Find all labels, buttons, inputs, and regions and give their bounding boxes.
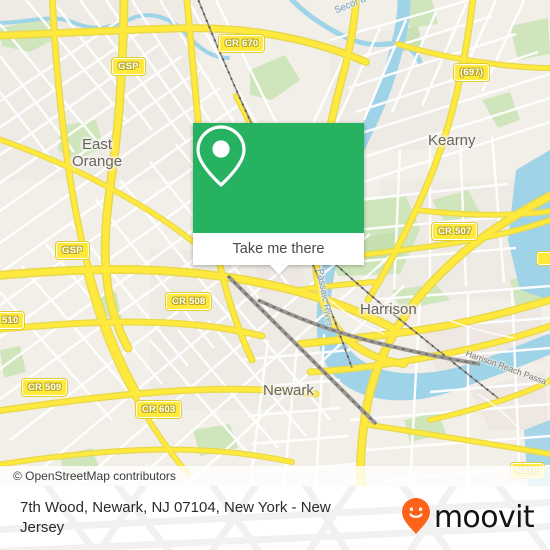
road-shield-cr-507[interactable]: CR 507 xyxy=(430,222,479,241)
road-shield-cr-670[interactable]: CR 670 xyxy=(217,34,266,53)
road-shield-cr-509[interactable]: CR 509 xyxy=(20,378,69,397)
address-label: 7th Wood, Newark, NJ 07104, New York - N… xyxy=(20,499,331,536)
road-shield-edge-clipped[interactable] xyxy=(536,251,550,266)
road-shield-gsp-north[interactable]: GSP xyxy=(111,57,146,76)
road-shield-gsp-south[interactable]: GSP xyxy=(55,241,90,260)
take-me-there-label: Take me there xyxy=(232,241,325,257)
moovit-logo[interactable]: moovit xyxy=(401,497,535,540)
osm-attribution-text: © OpenStreetMap contributors xyxy=(13,469,176,483)
location-popup-card[interactable]: Take me there xyxy=(193,123,364,275)
road-shield-697[interactable]: (697) xyxy=(452,63,491,82)
road-shield-510[interactable]: 510 xyxy=(0,311,26,330)
map-canvas[interactable]: East Orange Kearny Harrison Newark Secor… xyxy=(0,0,550,486)
osm-attribution-bar[interactable]: © OpenStreetMap contributors xyxy=(0,466,550,486)
footer-content: 7th Wood, Newark, NJ 07104, New York - N… xyxy=(0,486,550,550)
road-shield-cr-603[interactable]: CR 603 xyxy=(134,400,183,419)
take-me-there-button[interactable]: Take me there xyxy=(193,233,364,265)
popup-pointer xyxy=(269,265,288,275)
moovit-wordmark: moovit xyxy=(433,500,535,535)
road-shield-cr-508[interactable]: CR 508 xyxy=(164,292,213,311)
moovit-smiley-pin-icon xyxy=(401,497,431,540)
footer-bar: 7th Wood, Newark, NJ 07104, New York - N… xyxy=(0,486,550,550)
popup-header xyxy=(193,123,364,233)
moovit-map-screenshot: East Orange Kearny Harrison Newark Secor… xyxy=(0,0,550,550)
